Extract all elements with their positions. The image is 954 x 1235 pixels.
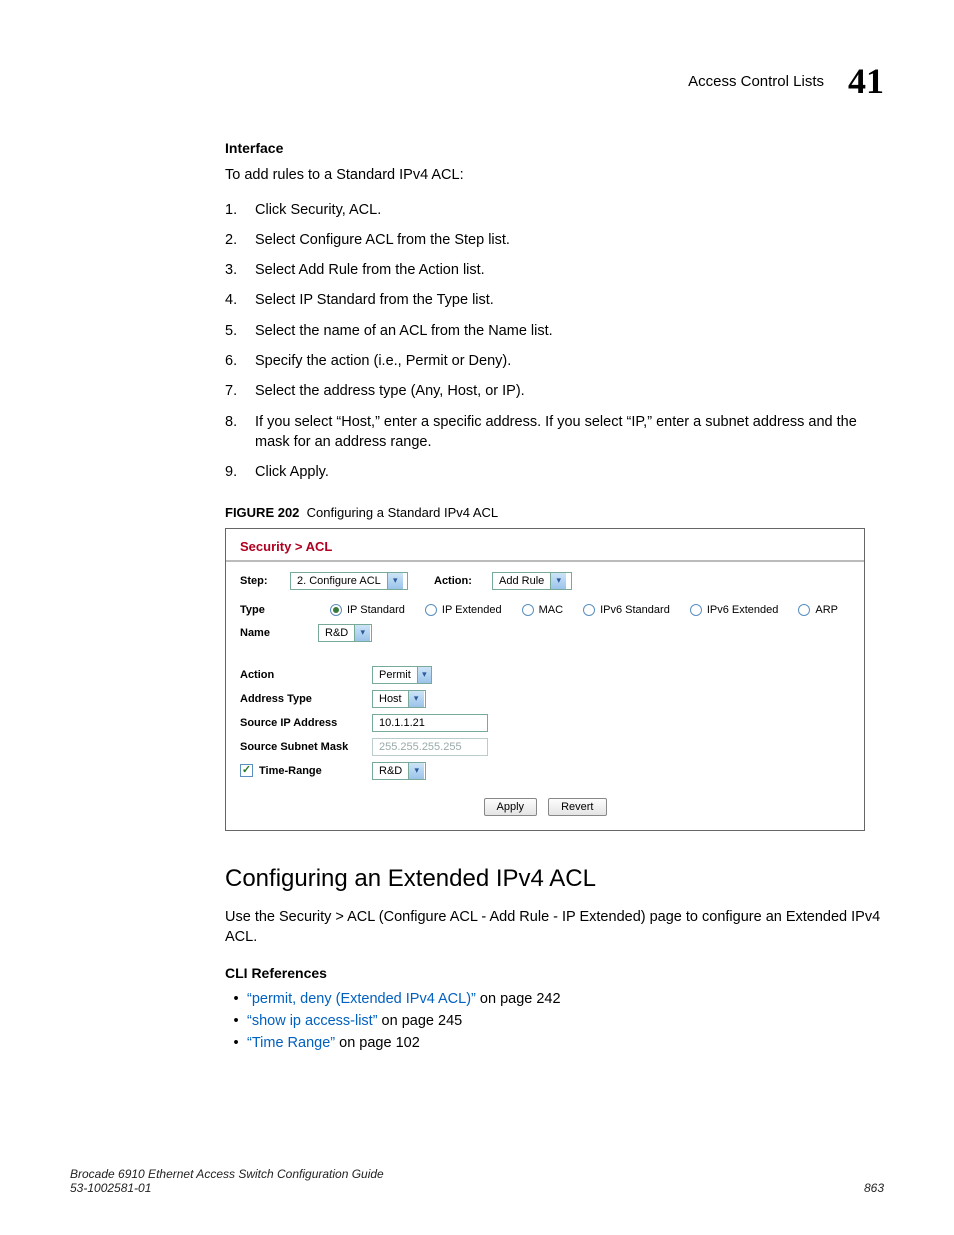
list-item: 5.Select the name of an ACL from the Nam…: [225, 321, 884, 341]
header-section-title: Access Control Lists: [688, 73, 824, 90]
list-item: 6.Specify the action (i.e., Permit or De…: [225, 351, 884, 371]
step-label: Step:: [240, 575, 282, 587]
section-paragraph: Use the Security > ACL (Configure ACL - …: [225, 907, 884, 948]
list-item: 3.Select Add Rule from the Action list.: [225, 260, 884, 280]
name-select[interactable]: R&D ▾: [318, 624, 372, 642]
radio-icon: [690, 604, 702, 616]
page-number: 863: [864, 1181, 884, 1195]
radio-ip-standard[interactable]: IP Standard: [330, 604, 405, 616]
radio-ipv6-extended[interactable]: IPv6 Extended: [690, 604, 779, 616]
radio-arp[interactable]: ARP: [798, 604, 838, 616]
chevron-down-icon: ▾: [550, 573, 566, 589]
radio-ipv6-standard[interactable]: IPv6 Standard: [583, 604, 670, 616]
cli-ref-link[interactable]: “Time Range”: [247, 1035, 335, 1051]
figure-screenshot: Security > ACL Step: 2. Configure ACL ▾ …: [225, 528, 865, 831]
chevron-down-icon: ▾: [408, 691, 424, 707]
list-item: 2.Select Configure ACL from the Step lis…: [225, 230, 884, 250]
radio-icon: [425, 604, 437, 616]
cli-references-list: •“permit, deny (Extended IPv4 ACL)” on p…: [225, 991, 884, 1051]
chevron-down-icon: ▾: [387, 573, 403, 589]
cli-references-heading: CLI References: [225, 965, 884, 981]
page-footer: Brocade 6910 Ethernet Access Switch Conf…: [70, 1167, 884, 1195]
cli-ref-link[interactable]: “show ip access-list”: [247, 1013, 378, 1029]
list-item: 9.Click Apply.: [225, 462, 884, 482]
radio-icon: [798, 604, 810, 616]
apply-button[interactable]: Apply: [484, 798, 538, 816]
interface-intro: To add rules to a Standard IPv4 ACL:: [225, 166, 884, 186]
figure-number: FIGURE 202: [225, 505, 299, 520]
radio-ip-extended[interactable]: IP Extended: [425, 604, 502, 616]
chapter-number: 41: [848, 60, 884, 102]
chevron-down-icon: ▾: [417, 667, 431, 683]
source-ip-input[interactable]: 10.1.1.21: [372, 714, 488, 732]
time-range-select[interactable]: R&D ▾: [372, 762, 426, 780]
radio-icon: [522, 604, 534, 616]
cli-ref-link[interactable]: “permit, deny (Extended IPv4 ACL)”: [247, 991, 476, 1007]
list-item: 8.If you select “Host,” enter a specific…: [225, 412, 884, 453]
chevron-down-icon: ▾: [354, 625, 370, 641]
field-srcip-label: Source IP Address: [240, 717, 372, 729]
list-item: •“permit, deny (Extended IPv4 ACL)” on p…: [225, 991, 884, 1007]
list-item: 7.Select the address type (Any, Host, or…: [225, 381, 884, 401]
field-addrtype-select[interactable]: Host ▾: [372, 690, 426, 708]
list-item: 4.Select IP Standard from the Type list.: [225, 290, 884, 310]
footer-doc-id: 53-1002581-01: [70, 1181, 384, 1195]
field-srcmask-label: Source Subnet Mask: [240, 741, 372, 753]
section-heading: Configuring an Extended IPv4 ACL: [225, 865, 884, 893]
field-action-label: Action: [240, 669, 372, 681]
action-select[interactable]: Add Rule ▾: [492, 572, 572, 590]
radio-icon: [330, 604, 342, 616]
page-header: Access Control Lists 41: [688, 60, 884, 102]
list-item: 1.Click Security, ACL.: [225, 200, 884, 220]
radio-icon: [583, 604, 595, 616]
list-item: •“show ip access-list” on page 245: [225, 1013, 884, 1029]
field-addrtype-label: Address Type: [240, 693, 372, 705]
steps-list: 1.Click Security, ACL. 2.Select Configur…: [225, 200, 884, 483]
name-label: Name: [240, 627, 310, 639]
figure-title: Configuring a Standard IPv4 ACL: [307, 505, 499, 520]
step-select[interactable]: 2. Configure ACL ▾: [290, 572, 408, 590]
list-item: •“Time Range” on page 102: [225, 1035, 884, 1051]
field-action-select[interactable]: Permit ▾: [372, 666, 432, 684]
field-timerange-label: ✓ Time-Range: [240, 764, 372, 777]
chevron-down-icon: ▾: [408, 763, 424, 779]
breadcrumb: Security > ACL: [226, 529, 864, 560]
source-mask-input: 255.255.255.255: [372, 738, 488, 756]
radio-mac[interactable]: MAC: [522, 604, 563, 616]
revert-button[interactable]: Revert: [548, 798, 606, 816]
type-label: Type: [240, 604, 310, 616]
action-label: Action:: [434, 575, 484, 587]
time-range-checkbox[interactable]: ✓: [240, 764, 253, 777]
figure-caption: FIGURE 202 Configuring a Standard IPv4 A…: [225, 505, 884, 520]
footer-doc-title: Brocade 6910 Ethernet Access Switch Conf…: [70, 1167, 384, 1181]
interface-heading: Interface: [225, 140, 884, 156]
